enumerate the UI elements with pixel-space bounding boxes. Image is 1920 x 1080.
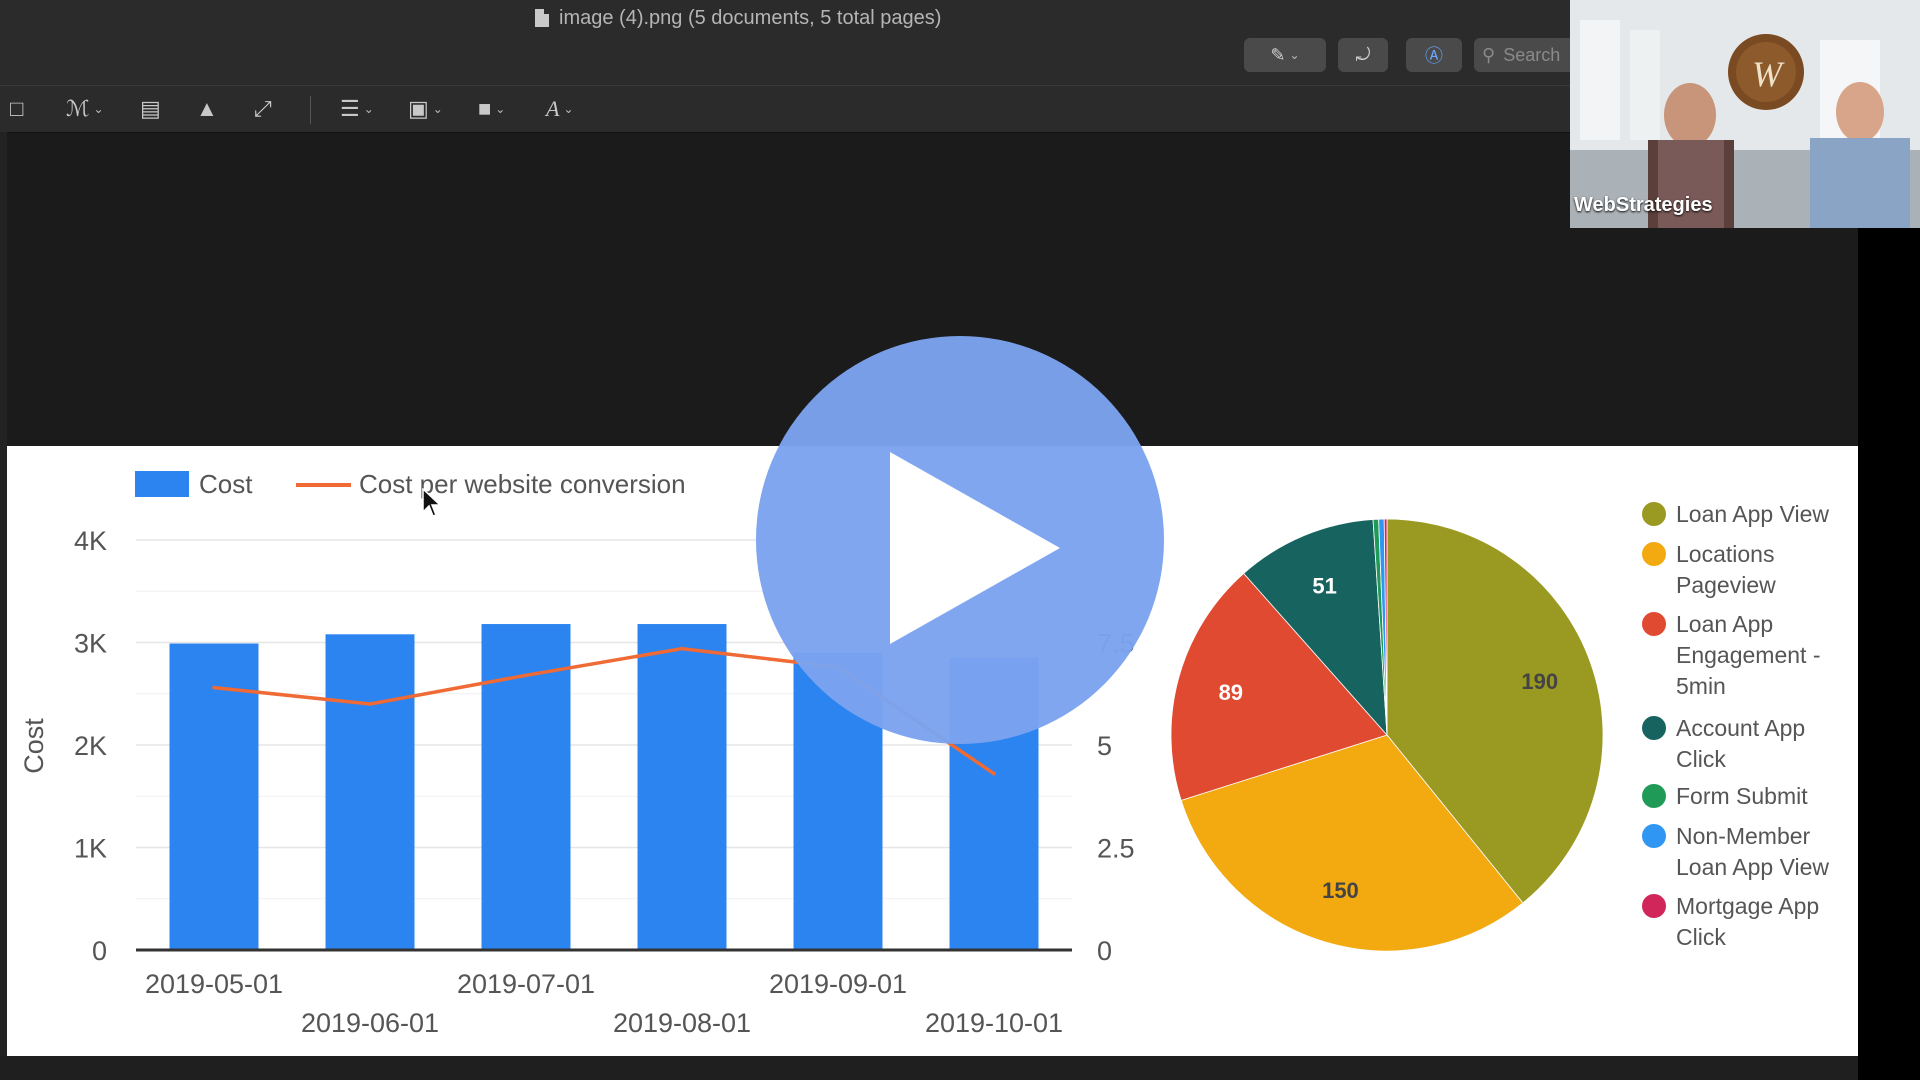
note-tool-button[interactable]: ▤	[140, 94, 161, 124]
y-axis-label: Cost	[19, 718, 49, 774]
bar-cost	[325, 634, 415, 950]
svg-text:W: W	[1752, 54, 1785, 94]
pie-legend-swatch	[1642, 716, 1666, 740]
markup-toggle-button[interactable]: Ⓐ	[1406, 38, 1462, 72]
lines-icon: ☰	[340, 96, 360, 121]
y-tick-label: 3K	[74, 629, 107, 659]
pie-data-label: 89	[1219, 680, 1243, 705]
search-placeholder: Search	[1503, 44, 1561, 65]
adjust-color-button[interactable]: ▲	[196, 94, 218, 124]
document-title-text: image (4).png (5 documents, 5 total page…	[559, 6, 942, 29]
pie-legend-swatch	[1642, 612, 1666, 636]
bar-cost	[637, 624, 727, 950]
pie-legend-swatch	[1642, 894, 1666, 918]
x-tick-label: 2019-07-01	[457, 969, 595, 999]
y2-tick-label: 0	[1097, 936, 1112, 966]
signature-icon: ℳ	[66, 96, 90, 121]
pie-legend-label: Mortgage App Click	[1676, 893, 1819, 950]
mouse-cursor-icon	[422, 488, 442, 517]
pie-legend-swatch	[1642, 824, 1666, 848]
x-tick-label: 2019-10-01	[925, 1008, 1063, 1038]
pie-legend-label: Non-Member Loan App View	[1676, 823, 1829, 880]
chevron-down-icon: ⌄	[495, 102, 506, 116]
y-tick-label: 1K	[74, 834, 107, 864]
x-tick-label: 2019-06-01	[301, 1008, 439, 1038]
fill-color-button[interactable]: ■ ⌄	[478, 94, 505, 124]
y2-tick-label: 2.5	[1097, 834, 1135, 864]
resize-icon: ⤢	[254, 96, 272, 121]
x-tick-label: 2019-08-01	[613, 1008, 751, 1038]
pie-legend-label: Loan App View	[1676, 501, 1829, 527]
adjust-color-icon: ▲	[196, 96, 218, 121]
y2-tick-label: 5	[1097, 731, 1112, 761]
rotate-icon: ⤾	[1355, 44, 1371, 65]
text-tool-button[interactable]: □	[10, 94, 23, 124]
pie-legend-swatch	[1642, 502, 1666, 526]
border-square-icon: ▣	[408, 96, 429, 121]
x-tick-label: 2019-09-01	[769, 969, 907, 999]
events-pie-chart: 190 150 89 51 Loan App View Locations Pageview…	[1170, 501, 1829, 952]
document-icon	[535, 9, 549, 27]
legend-label-cost: Cost	[199, 469, 253, 499]
y-tick-label: 4K	[74, 526, 107, 556]
line-style-button[interactable]: ☰ ⌄	[340, 94, 374, 124]
bar-cost	[481, 624, 571, 950]
line-point	[368, 702, 372, 706]
pie-legend-label: Loan App Engagement -5min	[1676, 611, 1820, 699]
pie-data-label: 150	[1322, 878, 1359, 903]
pie-legend-swatch	[1642, 542, 1666, 566]
search-field[interactable]: ⚲ Search	[1474, 38, 1570, 72]
fill-square-icon: ■	[478, 96, 492, 121]
adjust-size-button[interactable]: ⤢	[254, 94, 272, 124]
legend-label-cost-per-conversion: Cost per website conversion	[359, 469, 686, 499]
pie-legend-label: Account App Click	[1676, 715, 1805, 772]
markup-icon: Ⓐ	[1425, 46, 1443, 66]
line-point	[680, 646, 684, 651]
note-icon: ▤	[140, 96, 161, 121]
pie-data-label: 190	[1521, 669, 1558, 694]
x-tick-label: 2019-05-01	[145, 969, 283, 999]
pie-legend-label: Form Submit	[1676, 783, 1808, 809]
pie-legend-label: Locations Pageview	[1676, 541, 1776, 598]
y-tick-label: 2K	[74, 731, 107, 761]
left-edge-strip	[0, 132, 7, 1080]
text-box-icon: □	[10, 96, 24, 121]
pie-legend-swatch	[1642, 784, 1666, 808]
chevron-down-icon: ⌄	[432, 102, 443, 116]
line-point	[212, 685, 216, 690]
line-point	[524, 673, 528, 678]
chevron-down-icon: ⌄	[363, 102, 374, 116]
pie-data-label: 51	[1312, 573, 1336, 598]
window-titlebar: image (4).png (5 documents, 5 total page…	[0, 0, 1570, 86]
toolbar-divider	[310, 96, 311, 124]
rotate-button[interactable]: ⤾	[1338, 38, 1388, 72]
play-icon	[890, 452, 1060, 644]
chevron-down-icon: ⌄	[93, 102, 104, 116]
legend-swatch-cost	[135, 471, 189, 497]
border-color-button[interactable]: ▣ ⌄	[408, 94, 443, 124]
document-title: image (4).png (5 documents, 5 total page…	[535, 6, 941, 30]
chevron-down-icon: ⌄	[1289, 48, 1300, 62]
font-icon: A	[546, 96, 560, 121]
search-icon: ⚲	[1482, 44, 1496, 65]
pen-icon: ✎	[1270, 44, 1286, 65]
chevron-down-icon: ⌄	[563, 102, 574, 116]
webcam-brand-label: WebStrategies	[1574, 194, 1713, 216]
bottom-strip	[0, 1056, 1858, 1080]
y-tick-label: 0	[92, 936, 107, 966]
signature-tool-button[interactable]: ℳ ⌄	[66, 94, 104, 124]
markup-toolbar: □ ℳ ⌄ ▤ ▲ ⤢ ☰ ⌄ ▣ ⌄ ■ ⌄ A ⌄	[0, 86, 1570, 133]
right-margin	[1858, 228, 1920, 1080]
highlight-pen-button[interactable]: ✎ ⌄	[1244, 38, 1326, 72]
text-style-button[interactable]: A ⌄	[546, 94, 574, 124]
line-point	[992, 771, 996, 776]
